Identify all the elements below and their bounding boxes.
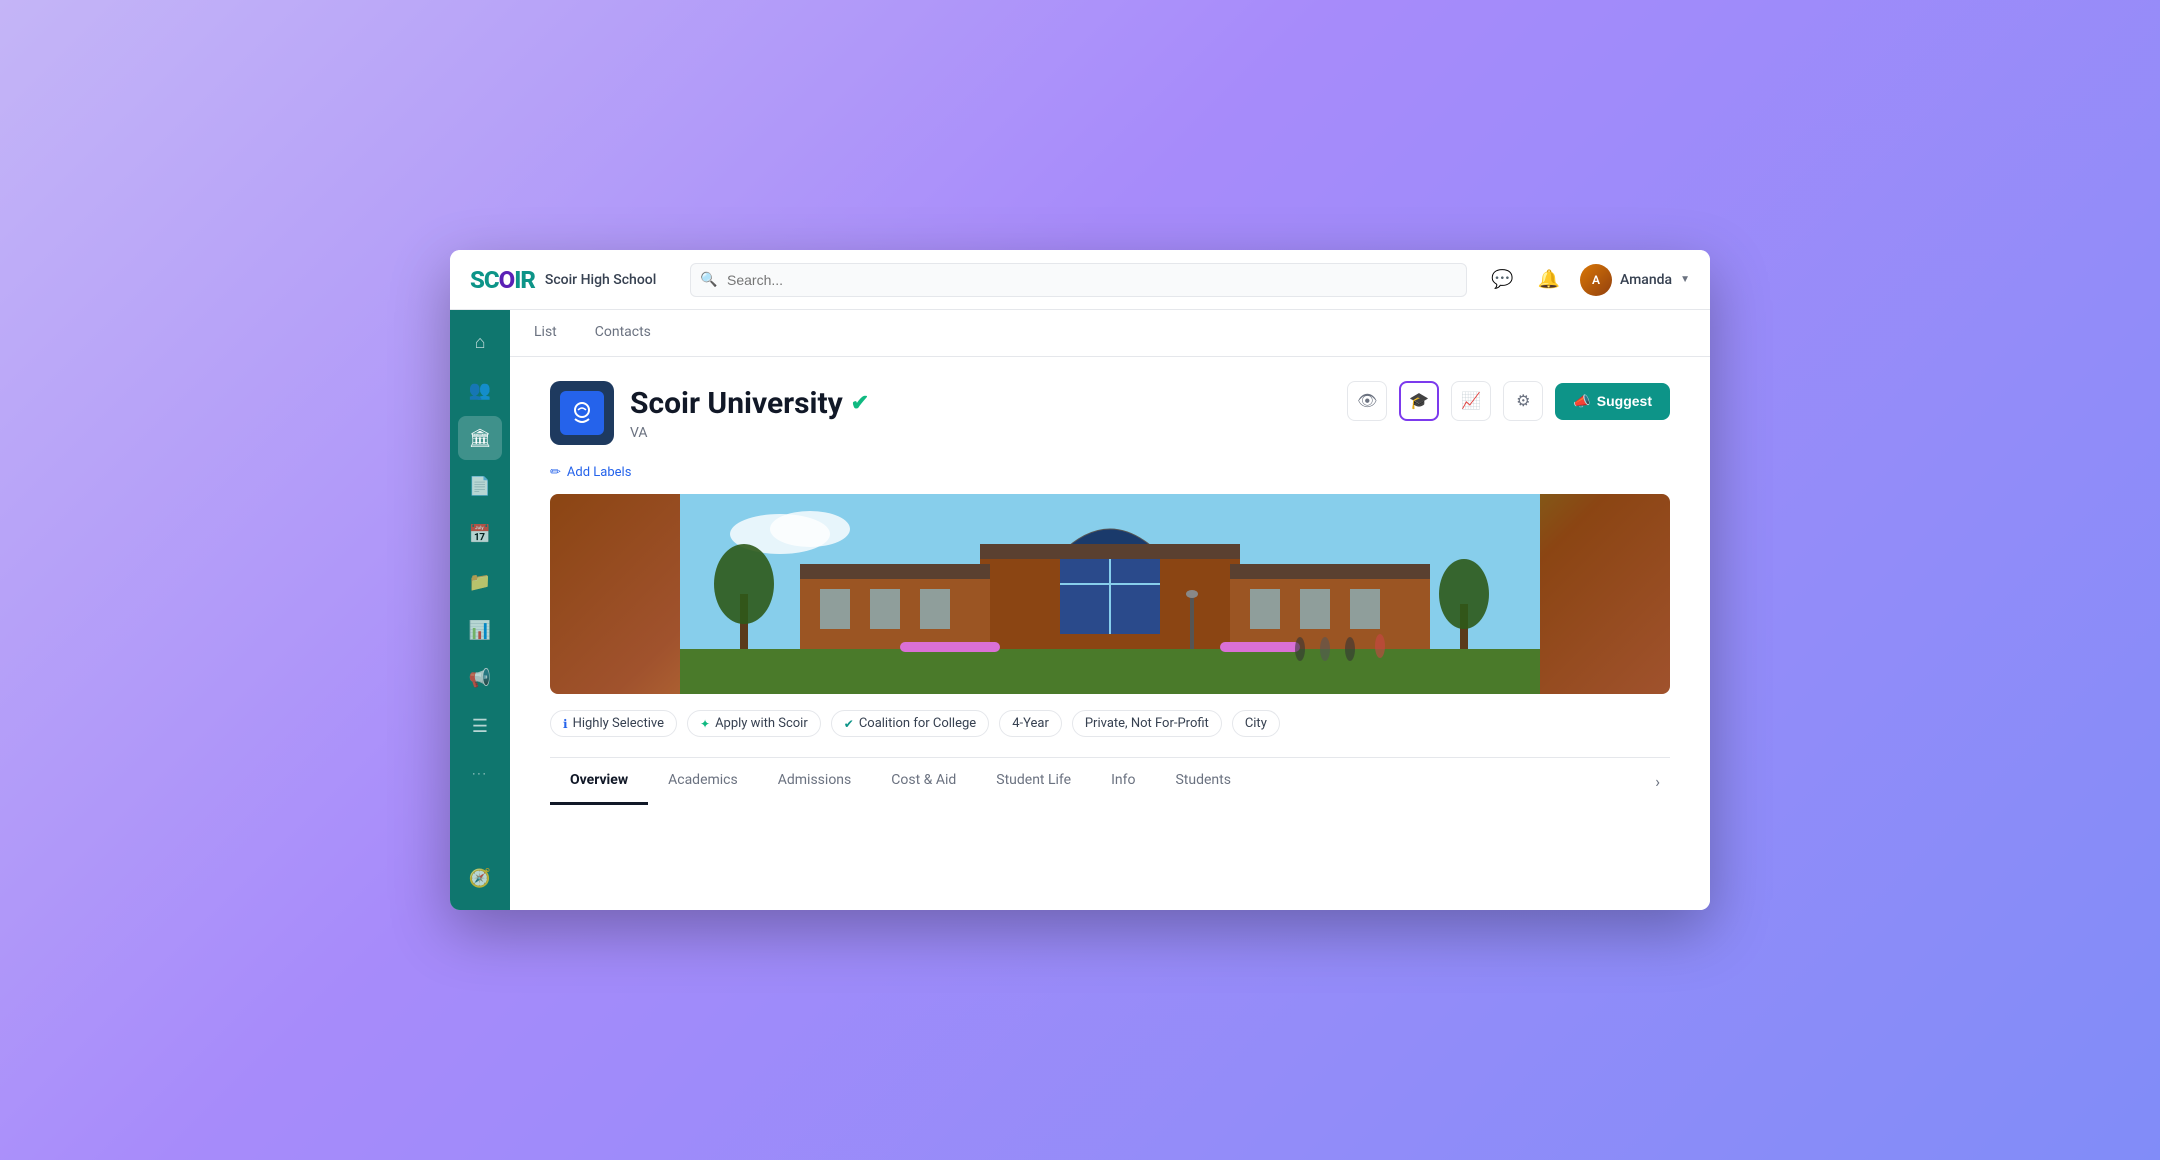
tab-cost-aid[interactable]: Cost & Aid — [871, 758, 976, 805]
tags-row: ℹ Highly Selective ✦ Apply with Scoir ✔ … — [550, 710, 1670, 737]
sub-nav-contacts[interactable]: Contacts — [591, 310, 655, 356]
chevron-down-icon: ▼ — [1680, 274, 1690, 285]
apply-icon: ✦ — [700, 717, 710, 731]
sidebar-item-users[interactable]: 👥 — [458, 368, 502, 412]
sidebar-item-calendar[interactable]: 📅 — [458, 512, 502, 556]
tag-highly-selective[interactable]: ℹ Highly Selective — [550, 710, 677, 737]
nav-icons: 💬 🔔 A Amanda ▼ — [1487, 264, 1690, 296]
tag-apply-with-scoir[interactable]: ✦ Apply with Scoir — [687, 710, 821, 737]
tab-academics[interactable]: Academics — [648, 758, 758, 805]
college-title-area: Scoir University ✔ VA — [630, 386, 869, 441]
tag-coalition-for-college[interactable]: ✔ Coalition for College — [831, 710, 989, 737]
top-nav: SCOIR Scoir High School 🔍 💬 🔔 A Amanda ▼ — [450, 250, 1710, 310]
suggest-megaphone-icon: 📣 — [1573, 393, 1590, 410]
logo-area: SCOIR Scoir High School — [470, 266, 670, 294]
tab-nav: Overview Academics Admissions Cost & Aid… — [550, 757, 1670, 805]
verified-icon: ✔ — [851, 391, 869, 416]
sub-nav-list[interactable]: List — [530, 310, 561, 356]
search-bar: 🔍 — [690, 263, 1467, 297]
sidebar-item-doc[interactable]: 📄 — [458, 464, 502, 508]
messages-button[interactable]: 💬 — [1487, 265, 1517, 294]
sidebar-item-list[interactable]: ☰ — [458, 704, 502, 748]
app-logo: SCOIR — [470, 266, 535, 294]
info-icon: ℹ — [563, 717, 568, 731]
settings-button[interactable]: ⚙ — [1503, 381, 1543, 421]
sidebar: ⌂ 👥 🏛 📄 📅 📁 📊 📢 ☰ ··· 🧭 — [450, 310, 510, 910]
pencil-icon: ✏ — [550, 465, 561, 480]
tag-private-not-for-profit[interactable]: Private, Not For-Profit — [1072, 710, 1222, 737]
graduation-icon: 🎓 — [1409, 391, 1429, 411]
college-logo — [550, 381, 614, 445]
hero-image-svg — [550, 494, 1670, 694]
avatar: A — [1580, 264, 1612, 296]
header-actions: 👁 🎓 📈 ⚙ 📣 Suggest — [1347, 381, 1670, 421]
college-name: Scoir University ✔ — [630, 386, 869, 421]
add-labels-button[interactable]: ✏ Add Labels — [550, 465, 1670, 480]
sidebar-item-compass[interactable]: 🧭 — [458, 856, 502, 900]
college-state: VA — [630, 425, 869, 441]
sub-nav: List Contacts — [510, 310, 1710, 357]
eye-button[interactable]: 👁 — [1347, 381, 1387, 421]
tag-apply-with-scoir-label: Apply with Scoir — [715, 716, 808, 731]
tab-chevron-icon[interactable]: › — [1645, 758, 1670, 805]
suggest-label: Suggest — [1597, 393, 1652, 409]
coalition-icon: ✔ — [844, 717, 854, 731]
college-header: Scoir University ✔ VA 👁 🎓 — [550, 381, 1670, 445]
user-menu[interactable]: A Amanda ▼ — [1580, 264, 1690, 296]
tab-students[interactable]: Students — [1155, 758, 1250, 805]
suggest-button[interactable]: 📣 Suggest — [1555, 383, 1670, 420]
college-info: Scoir University ✔ VA — [550, 381, 869, 445]
sidebar-item-home[interactable]: ⌂ — [458, 320, 502, 364]
college-logo-icon — [568, 399, 596, 427]
college-logo-inner — [560, 391, 604, 435]
search-input[interactable] — [690, 263, 1467, 297]
tab-info[interactable]: Info — [1091, 758, 1155, 805]
tag-4-year-label: 4-Year — [1012, 716, 1049, 731]
tag-city-label: City — [1245, 716, 1267, 731]
tag-4-year[interactable]: 4-Year — [999, 710, 1062, 737]
school-name: Scoir High School — [545, 272, 656, 288]
tab-overview[interactable]: Overview — [550, 758, 648, 805]
college-name-text: Scoir University — [630, 386, 843, 421]
sidebar-item-folder[interactable]: 📁 — [458, 560, 502, 604]
sidebar-item-megaphone[interactable]: 📢 — [458, 656, 502, 700]
main-layout: ⌂ 👥 🏛 📄 📅 📁 📊 📢 ☰ ··· 🧭 List Contacts — [450, 310, 1710, 910]
sidebar-item-chart[interactable]: 📊 — [458, 608, 502, 652]
tag-coalition-for-college-label: Coalition for College — [859, 716, 976, 731]
tag-private-label: Private, Not For-Profit — [1085, 716, 1209, 731]
tag-city[interactable]: City — [1232, 710, 1280, 737]
tab-student-life[interactable]: Student Life — [976, 758, 1091, 805]
right-area: List Contacts — [510, 310, 1710, 910]
add-labels-text: Add Labels — [567, 465, 632, 480]
sidebar-item-more[interactable]: ··· — [458, 752, 502, 796]
browser-window: SCOIR Scoir High School 🔍 💬 🔔 A Amanda ▼… — [450, 250, 1710, 910]
tab-admissions[interactable]: Admissions — [758, 758, 872, 805]
sidebar-item-college[interactable]: 🏛 — [458, 416, 502, 460]
eye-icon: 👁 — [1357, 391, 1377, 411]
content-area: Scoir University ✔ VA 👁 🎓 — [510, 357, 1710, 910]
hero-image — [550, 494, 1670, 694]
graduation-button[interactable]: 🎓 — [1399, 381, 1439, 421]
user-name: Amanda — [1620, 272, 1672, 288]
search-icon: 🔍 — [700, 272, 717, 288]
tag-highly-selective-label: Highly Selective — [573, 716, 664, 731]
analytics-button[interactable]: 📈 — [1451, 381, 1491, 421]
notifications-button[interactable]: 🔔 — [1534, 265, 1564, 294]
chart-icon: 📈 — [1461, 391, 1481, 411]
gear-icon: ⚙ — [1516, 391, 1530, 411]
